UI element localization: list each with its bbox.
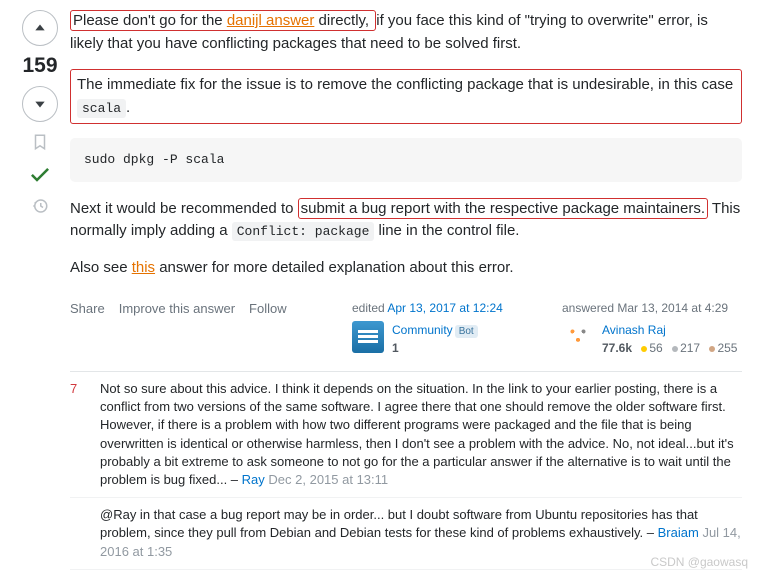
vote-score: 159	[22, 54, 57, 78]
follow-link[interactable]: Follow	[249, 299, 287, 319]
author-avatar[interactable]	[562, 321, 594, 353]
highlighted-text: submit a bug report with the respective …	[298, 198, 708, 219]
comment-user-link[interactable]: Ray	[242, 472, 265, 487]
comment-score	[70, 506, 100, 561]
watermark: CSDN @gaowasq	[650, 555, 748, 569]
history-icon[interactable]	[28, 194, 52, 218]
silver-badge-icon	[672, 346, 678, 352]
code-conflict: Conflict: package	[232, 222, 375, 241]
bot-badge: Bot	[455, 325, 478, 338]
downvote-button[interactable]	[22, 86, 58, 122]
highlighted-text: Please don't go for the danijl answer di…	[70, 10, 376, 31]
accepted-check-icon	[28, 162, 52, 186]
code-scala: scala	[77, 99, 126, 118]
danijl-answer-link[interactable]: danijl answer	[227, 12, 315, 29]
highlighted-paragraph: The immediate fix for the issue is to re…	[70, 69, 742, 124]
comment-text: Not so sure about this advice. I think i…	[100, 381, 734, 487]
comment-score: 7	[70, 380, 100, 489]
editor-card: edited Apr 13, 2017 at 12:24 CommunityBo…	[352, 299, 532, 357]
editor-name[interactable]: Community	[392, 323, 453, 337]
paragraph: Next it would be recommended to submit a…	[70, 198, 742, 243]
comments-section: 7 Not so sure about this advice. I think…	[70, 371, 742, 570]
upvote-button[interactable]	[22, 10, 58, 46]
author-card: answered Mar 13, 2014 at 4:29 Avinash Ra…	[562, 299, 742, 357]
gold-badge-icon	[641, 346, 647, 352]
comment-user-link[interactable]: Braiam	[658, 525, 699, 540]
comment: 7 Not so sure about this advice. I think…	[70, 372, 742, 498]
comment: @Ray in that case a bug report may be in…	[70, 498, 742, 570]
code-block: sudo dpkg -P scala	[70, 138, 742, 182]
answer-body: Please don't go for the danijl answer di…	[70, 10, 742, 570]
author-rep: 77.6k 56 217 255	[602, 339, 737, 357]
author-name[interactable]: Avinash Raj	[602, 321, 737, 339]
paragraph: Also see this answer for more detailed e…	[70, 257, 742, 280]
comment-text: @Ray in that case a bug report may be in…	[100, 507, 698, 540]
paragraph: Please don't go for the danijl answer di…	[70, 10, 742, 55]
bookmark-icon[interactable]	[28, 130, 52, 154]
this-answer-link[interactable]: this	[132, 259, 155, 276]
share-link[interactable]: Share	[70, 299, 105, 319]
bronze-badge-icon	[709, 346, 715, 352]
community-avatar[interactable]	[352, 321, 384, 353]
edit-time[interactable]: Apr 13, 2017 at 12:24	[387, 301, 502, 315]
comment-time[interactable]: Dec 2, 2015 at 13:11	[268, 472, 388, 487]
improve-link[interactable]: Improve this answer	[119, 299, 235, 319]
